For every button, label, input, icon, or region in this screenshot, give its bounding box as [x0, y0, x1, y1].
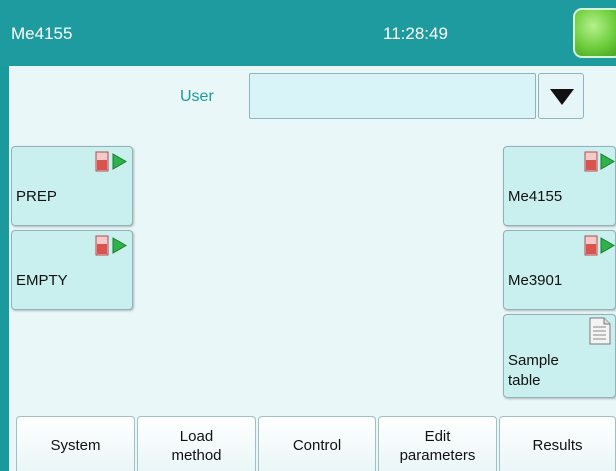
tab-label: System [50, 437, 101, 454]
beaker-start-icon [95, 235, 128, 256]
tab-results[interactable]: Results [499, 416, 616, 471]
user-label: User [180, 88, 214, 105]
beaker-start-icon [584, 235, 615, 256]
method-button-prep[interactable]: PREP [11, 146, 133, 226]
tab-control[interactable]: Control [258, 416, 376, 471]
beaker-start-icon [95, 151, 128, 172]
tab-system[interactable]: System [16, 416, 135, 471]
user-dropdown-button[interactable] [538, 73, 584, 119]
method-button-empty[interactable]: EMPTY [11, 230, 133, 310]
beaker-start-icon [584, 151, 615, 172]
sample-table-button[interactable]: Sample table [503, 314, 616, 398]
tab-load-method[interactable]: Load method [137, 416, 256, 471]
document-icon [589, 317, 611, 345]
method-label: Me3901 [508, 272, 563, 289]
tab-label: Load method [171, 427, 222, 464]
method-button-me4155[interactable]: Me4155 [503, 146, 616, 226]
method-button-me3901[interactable]: Me3901 [503, 230, 616, 310]
tab-label: Results [532, 437, 583, 454]
tab-edit-parameters[interactable]: Edit parameters [378, 416, 497, 471]
tab-label: Control [292, 437, 342, 454]
method-title: Me4155 [11, 24, 73, 43]
title-bar: Me4155 11:28:49 [0, 0, 616, 66]
tab-label: Edit parameters [399, 427, 476, 464]
method-label: Me4155 [508, 188, 563, 205]
user-input[interactable] [249, 73, 536, 119]
method-label: PREP [16, 188, 57, 205]
method-label: EMPTY [16, 272, 68, 289]
clock: 11:28:49 [383, 24, 448, 43]
status-indicator[interactable] [573, 8, 616, 58]
sample-table-label: Sample table [508, 352, 559, 389]
chevron-down-icon [550, 89, 574, 105]
